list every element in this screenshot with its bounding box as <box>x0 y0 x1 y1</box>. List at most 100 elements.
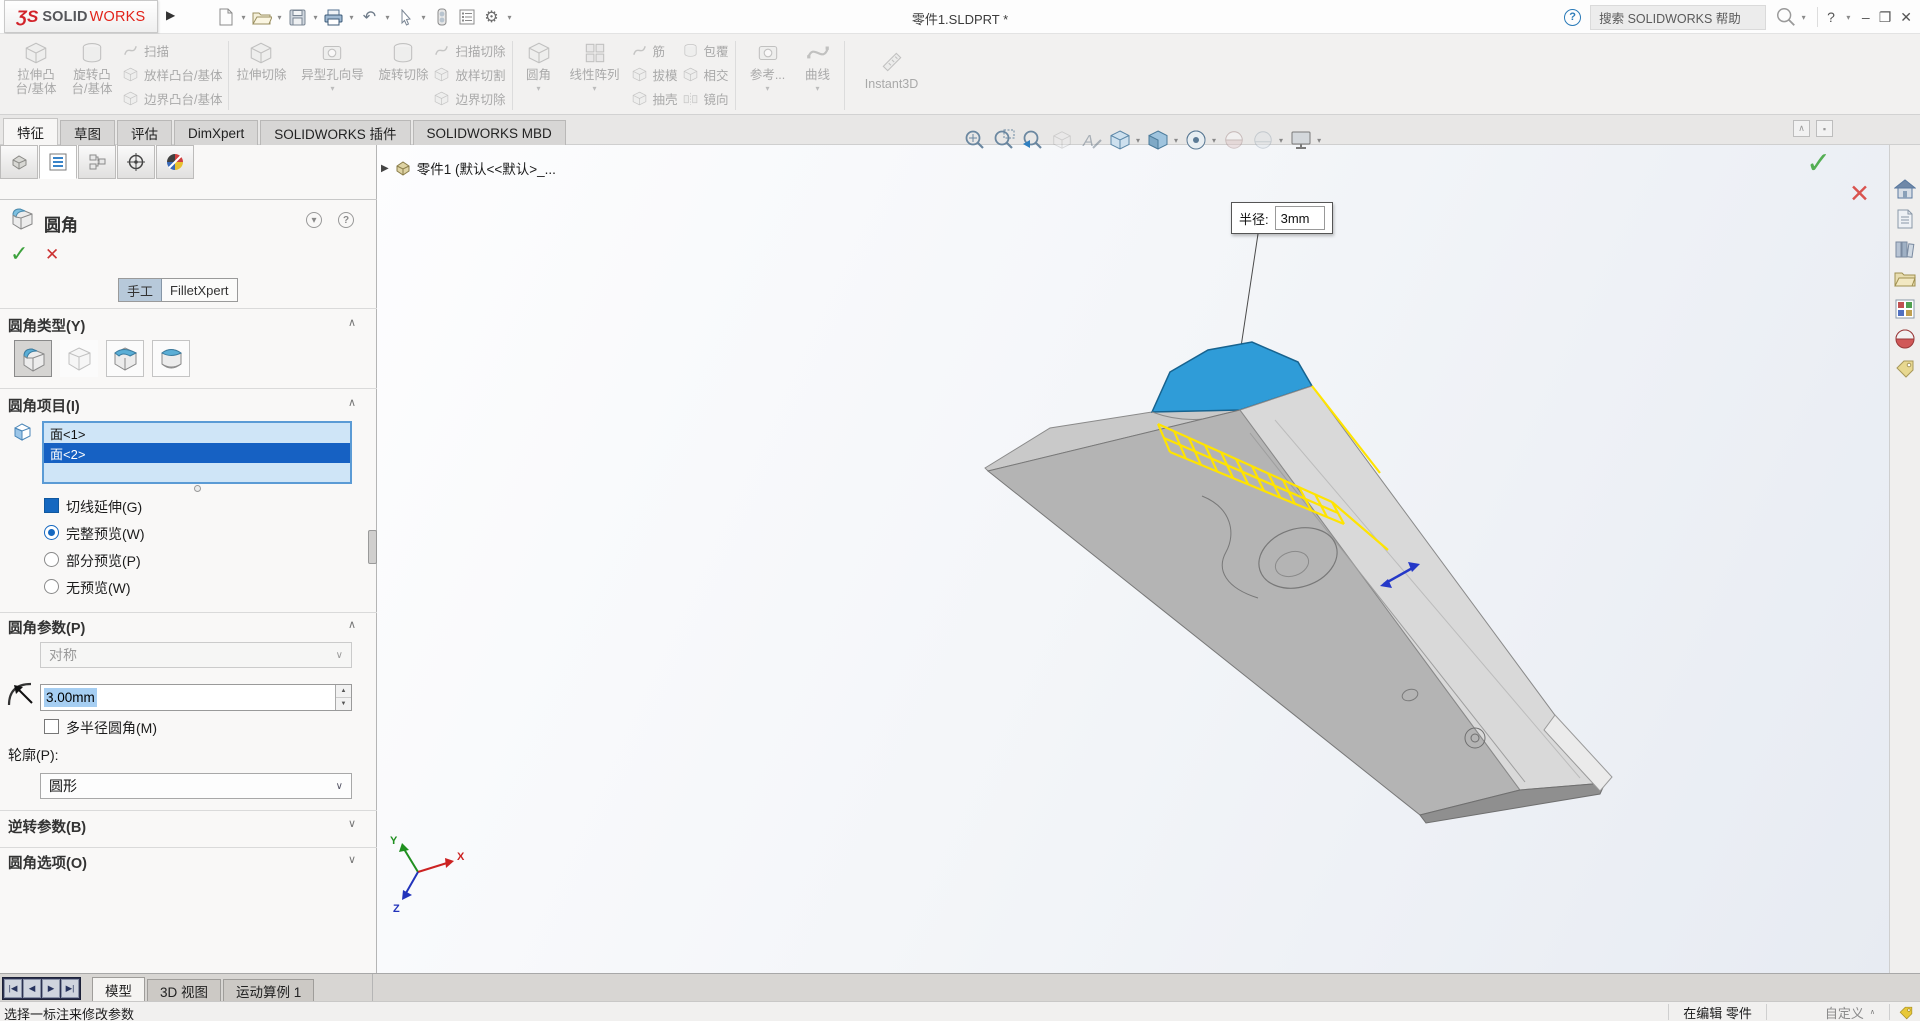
section-setback-parameters[interactable]: 逆转参数(B) <box>8 816 86 837</box>
select-dropdown-icon[interactable]: ▾ <box>419 13 428 22</box>
chevron-down-icon[interactable]: ∨ <box>348 817 356 830</box>
no-preview-radio[interactable] <box>44 579 59 594</box>
previous-view-button[interactable] <box>1020 127 1046 153</box>
tab-solidworks-addins[interactable]: SOLIDWORKS 插件 <box>260 120 411 145</box>
chevron-up-icon[interactable]: ∧ <box>348 618 356 631</box>
ribbon-sweep[interactable]: 扫描 <box>122 39 222 62</box>
zoom-area-button[interactable] <box>991 127 1017 153</box>
ribbon-fillet[interactable]: 圆角 ▾ <box>519 37 559 114</box>
type-full-round-button[interactable] <box>152 340 190 377</box>
tab-dimxpert-manager[interactable] <box>117 145 155 179</box>
home-icon[interactable] <box>1894 178 1916 200</box>
go-to-end-button[interactable]: ▶| <box>61 979 79 998</box>
ribbon-loft[interactable]: 放样凸台/基体 <box>122 63 222 86</box>
multi-radius-label[interactable]: 多半径圆角(M) <box>66 718 157 738</box>
ribbon-boundary-boss[interactable]: 边界凸台/基体 <box>122 87 222 110</box>
partial-preview-radio[interactable] <box>44 552 59 567</box>
dropdown-icon[interactable]: ▾ <box>592 84 596 93</box>
save-dropdown-icon[interactable]: ▾ <box>311 13 320 22</box>
new-document-button[interactable] <box>214 4 237 30</box>
dropdown-icon[interactable]: ▾ <box>816 84 820 93</box>
open-dropdown-icon[interactable]: ▾ <box>275 13 284 22</box>
display-style-dropdown-icon[interactable]: ▾ <box>1174 136 1178 145</box>
type-variable-size-button[interactable] <box>60 340 98 377</box>
profile-dropdown[interactable]: 圆形 ∨ <box>40 773 352 799</box>
help-icon[interactable]: ? <box>338 212 354 228</box>
dropdown-icon[interactable]: ▾ <box>536 84 540 93</box>
step-back-button[interactable]: ◀ <box>23 979 41 998</box>
face-list-item[interactable]: 面<1> <box>44 423 350 443</box>
confirm-cancel-icon[interactable]: ✕ <box>1849 179 1870 209</box>
undo-dropdown-icon[interactable]: ▾ <box>383 13 392 22</box>
play-button[interactable]: ▶ <box>42 979 60 998</box>
edit-appearance-button[interactable] <box>1221 127 1247 153</box>
save-button[interactable] <box>286 4 309 30</box>
solidworks-resources-icon[interactable] <box>1894 208 1916 230</box>
type-constant-size-button[interactable] <box>14 340 52 377</box>
symmetric-dropdown[interactable]: 对称 ∨ <box>40 642 352 668</box>
panel-splitter-handle[interactable] <box>368 530 377 564</box>
ribbon-revolve-cut[interactable]: 旋转切除 <box>377 37 429 114</box>
ribbon-hole-wizard[interactable]: 异型孔向导 ▾ <box>291 37 373 114</box>
tangent-propagation-label[interactable]: 切线延伸(G) <box>66 497 142 517</box>
radius-spinner[interactable]: ▲ ▼ <box>335 685 351 710</box>
design-library-icon[interactable] <box>1894 238 1916 260</box>
solidworks-logo[interactable]: ƷS SOLID WORKS <box>4 0 158 33</box>
ribbon-linear-pattern[interactable]: 线性阵列 ▾ <box>563 37 627 114</box>
confirm-ok-icon[interactable]: ✓ <box>1806 146 1831 181</box>
tab-display-manager[interactable] <box>156 145 194 179</box>
tag-icon[interactable] <box>1898 1005 1914 1021</box>
view-settings-button[interactable] <box>1288 127 1314 153</box>
tab-feature-manager[interactable] <box>0 145 38 179</box>
mode-filletxpert-button[interactable]: FilletXpert <box>162 279 237 301</box>
chevron-down-icon[interactable]: ∨ <box>348 853 356 866</box>
ribbon-boundary-cut[interactable]: 边界切除 <box>433 87 506 110</box>
apply-scene-button[interactable] <box>1250 127 1276 153</box>
display-style-button[interactable] <box>1145 127 1171 153</box>
file-explorer-icon[interactable] <box>1894 268 1916 290</box>
tangent-propagation-checkbox[interactable] <box>44 498 59 513</box>
print-button[interactable] <box>322 4 345 30</box>
ribbon-rib[interactable]: 筋 <box>631 39 678 62</box>
ribbon-curves[interactable]: 曲线 ▾ <box>798 37 838 114</box>
rebuild-button[interactable] <box>430 4 453 30</box>
close-button[interactable]: ✕ <box>1900 9 1912 26</box>
tab-solidworks-mbd[interactable]: SOLIDWORKS MBD <box>412 120 566 145</box>
radius-callout-input[interactable]: 3mm <box>1274 206 1325 230</box>
view-settings-dropdown-icon[interactable]: ▾ <box>1317 136 1321 145</box>
undo-button[interactable]: ↶ <box>358 4 381 30</box>
tab-3d-views[interactable]: 3D 视图 <box>147 979 222 1002</box>
tab-dimxpert[interactable]: DimXpert <box>174 120 259 145</box>
flyout-expand-icon[interactable]: ▶ <box>381 163 389 174</box>
mode-manual-button[interactable]: 手工 <box>119 279 163 301</box>
ribbon-wrap[interactable]: 包覆 <box>682 39 729 62</box>
ribbon-shell[interactable]: 抽壳 <box>631 87 678 110</box>
tab-motion-study[interactable]: 运动算例 1 <box>223 979 315 1002</box>
face-list-item-selected[interactable]: 面<2> <box>44 443 350 463</box>
custom-properties-icon[interactable] <box>1894 358 1916 380</box>
minimize-button[interactable]: – <box>1862 9 1870 25</box>
ribbon-revolve-boss[interactable]: 旋转凸台/基体 <box>66 37 118 114</box>
go-to-start-button[interactable]: |◀ <box>4 979 22 998</box>
radius-callout[interactable]: 半径: 3mm <box>1231 202 1333 234</box>
tab-evaluate[interactable]: 评估 <box>117 120 172 145</box>
ribbon-pin-icon[interactable]: ▪ <box>1816 120 1833 137</box>
help-badge-icon[interactable]: ? <box>1564 8 1582 26</box>
tab-property-manager[interactable] <box>39 145 77 179</box>
apply-scene-dropdown-icon[interactable]: ▾ <box>1279 136 1283 145</box>
options-dropdown-icon[interactable]: ▾ <box>505 13 514 22</box>
chevron-up-icon[interactable]: ∧ <box>348 396 356 409</box>
annotations-view-button[interactable]: A <box>1078 127 1104 153</box>
multi-radius-checkbox[interactable] <box>44 719 59 734</box>
view-orientation-dropdown-icon[interactable]: ▾ <box>1136 136 1140 145</box>
fillet-items-list[interactable]: 面<1> 面<2> <box>42 421 352 484</box>
section-view-button[interactable] <box>1049 127 1075 153</box>
section-fillet-type[interactable]: 圆角类型(Y) <box>8 315 85 336</box>
pm-cancel-button[interactable]: ✕ <box>45 245 59 265</box>
section-items-to-fillet[interactable]: 圆角项目(I) <box>8 395 80 416</box>
tab-sketch[interactable]: 草图 <box>60 120 115 145</box>
tab-model[interactable]: 模型 <box>92 977 145 1002</box>
menu-expand-arrow-icon[interactable]: ▶ <box>166 8 175 22</box>
help-dropdown-icon[interactable]: ▾ <box>1844 13 1853 22</box>
restore-button[interactable]: ❐ <box>1879 9 1892 26</box>
